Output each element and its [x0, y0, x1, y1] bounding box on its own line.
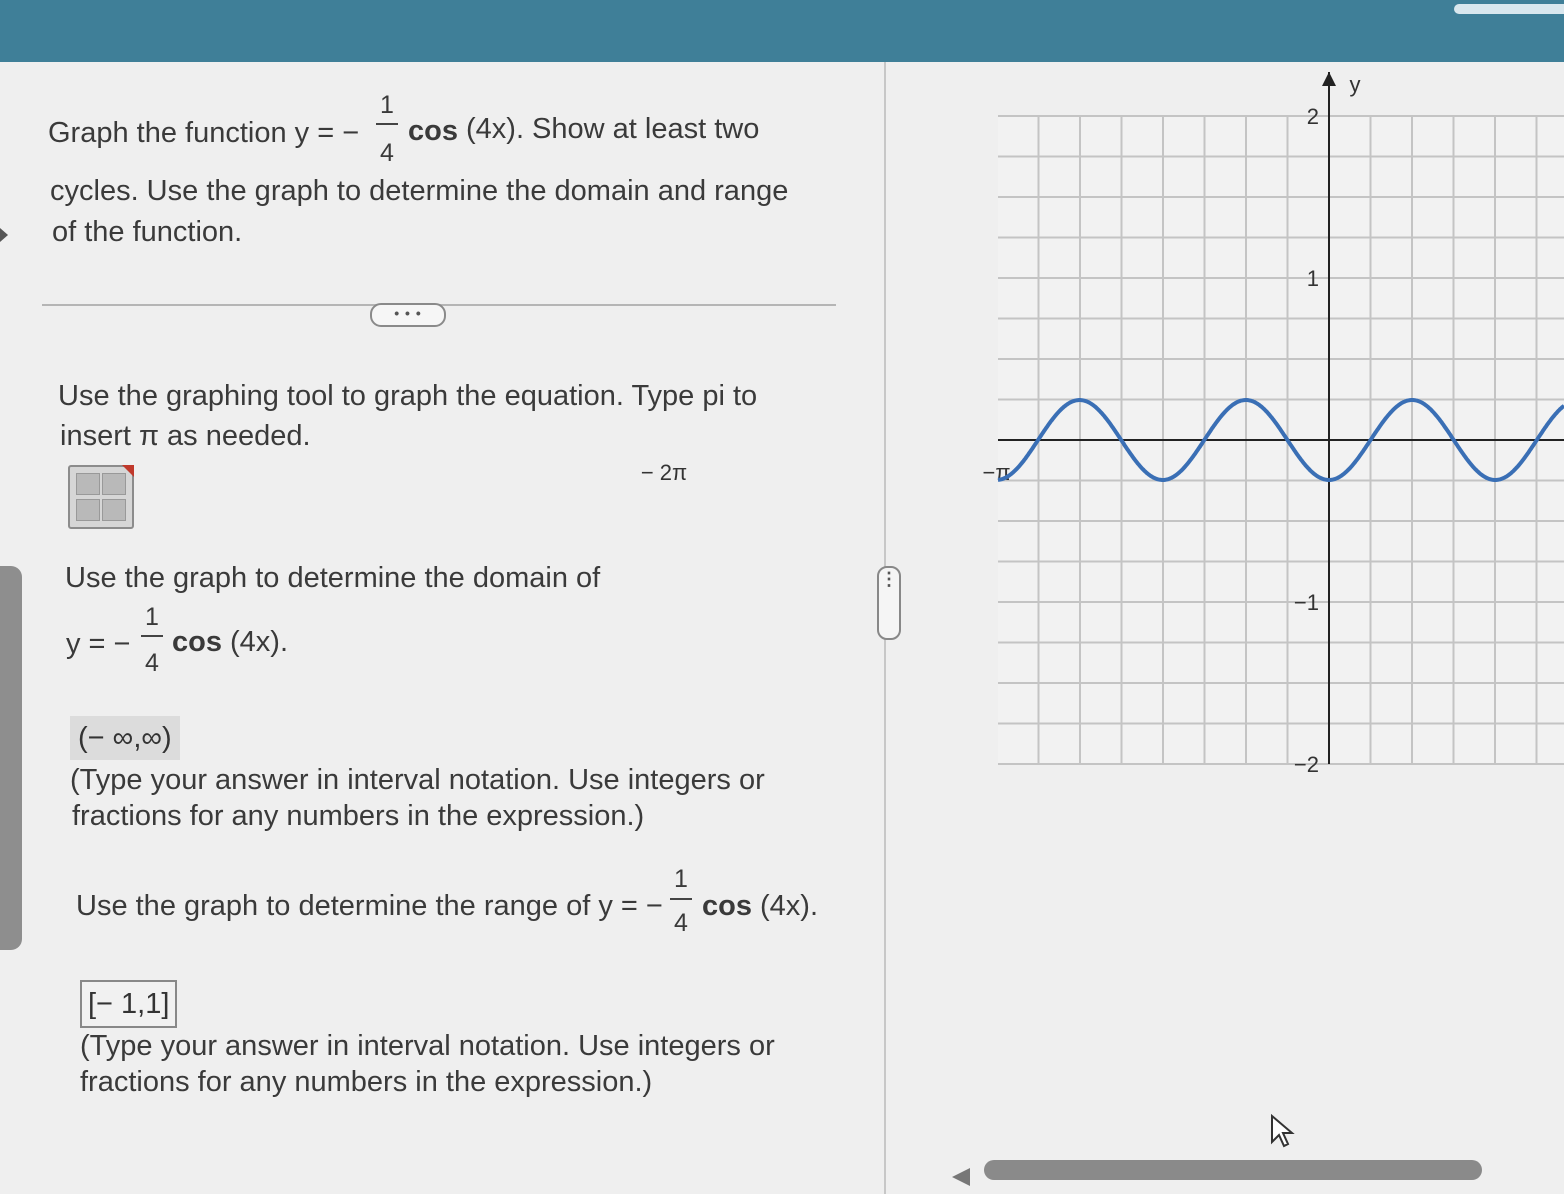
y-axis-label: y — [1350, 72, 1361, 97]
graph-horizontal-scrollbar[interactable] — [984, 1160, 1482, 1180]
y-tick-label: 2 — [1307, 104, 1319, 129]
y-axis-arrow-icon — [1322, 72, 1336, 86]
x-tick-label: − 2π — [641, 460, 687, 485]
scroll-left-arrow-icon[interactable] — [952, 1168, 970, 1186]
y-tick-label: −2 — [1294, 752, 1319, 777]
mouse-pointer-icon — [1271, 1114, 1295, 1148]
y-tick-label: 1 — [1307, 266, 1319, 291]
graph-canvas[interactable]: y21−1−2− 2π−ππ — [0, 0, 1564, 1194]
y-tick-label: −1 — [1294, 590, 1319, 615]
x-tick-label: −π — [982, 460, 1010, 485]
